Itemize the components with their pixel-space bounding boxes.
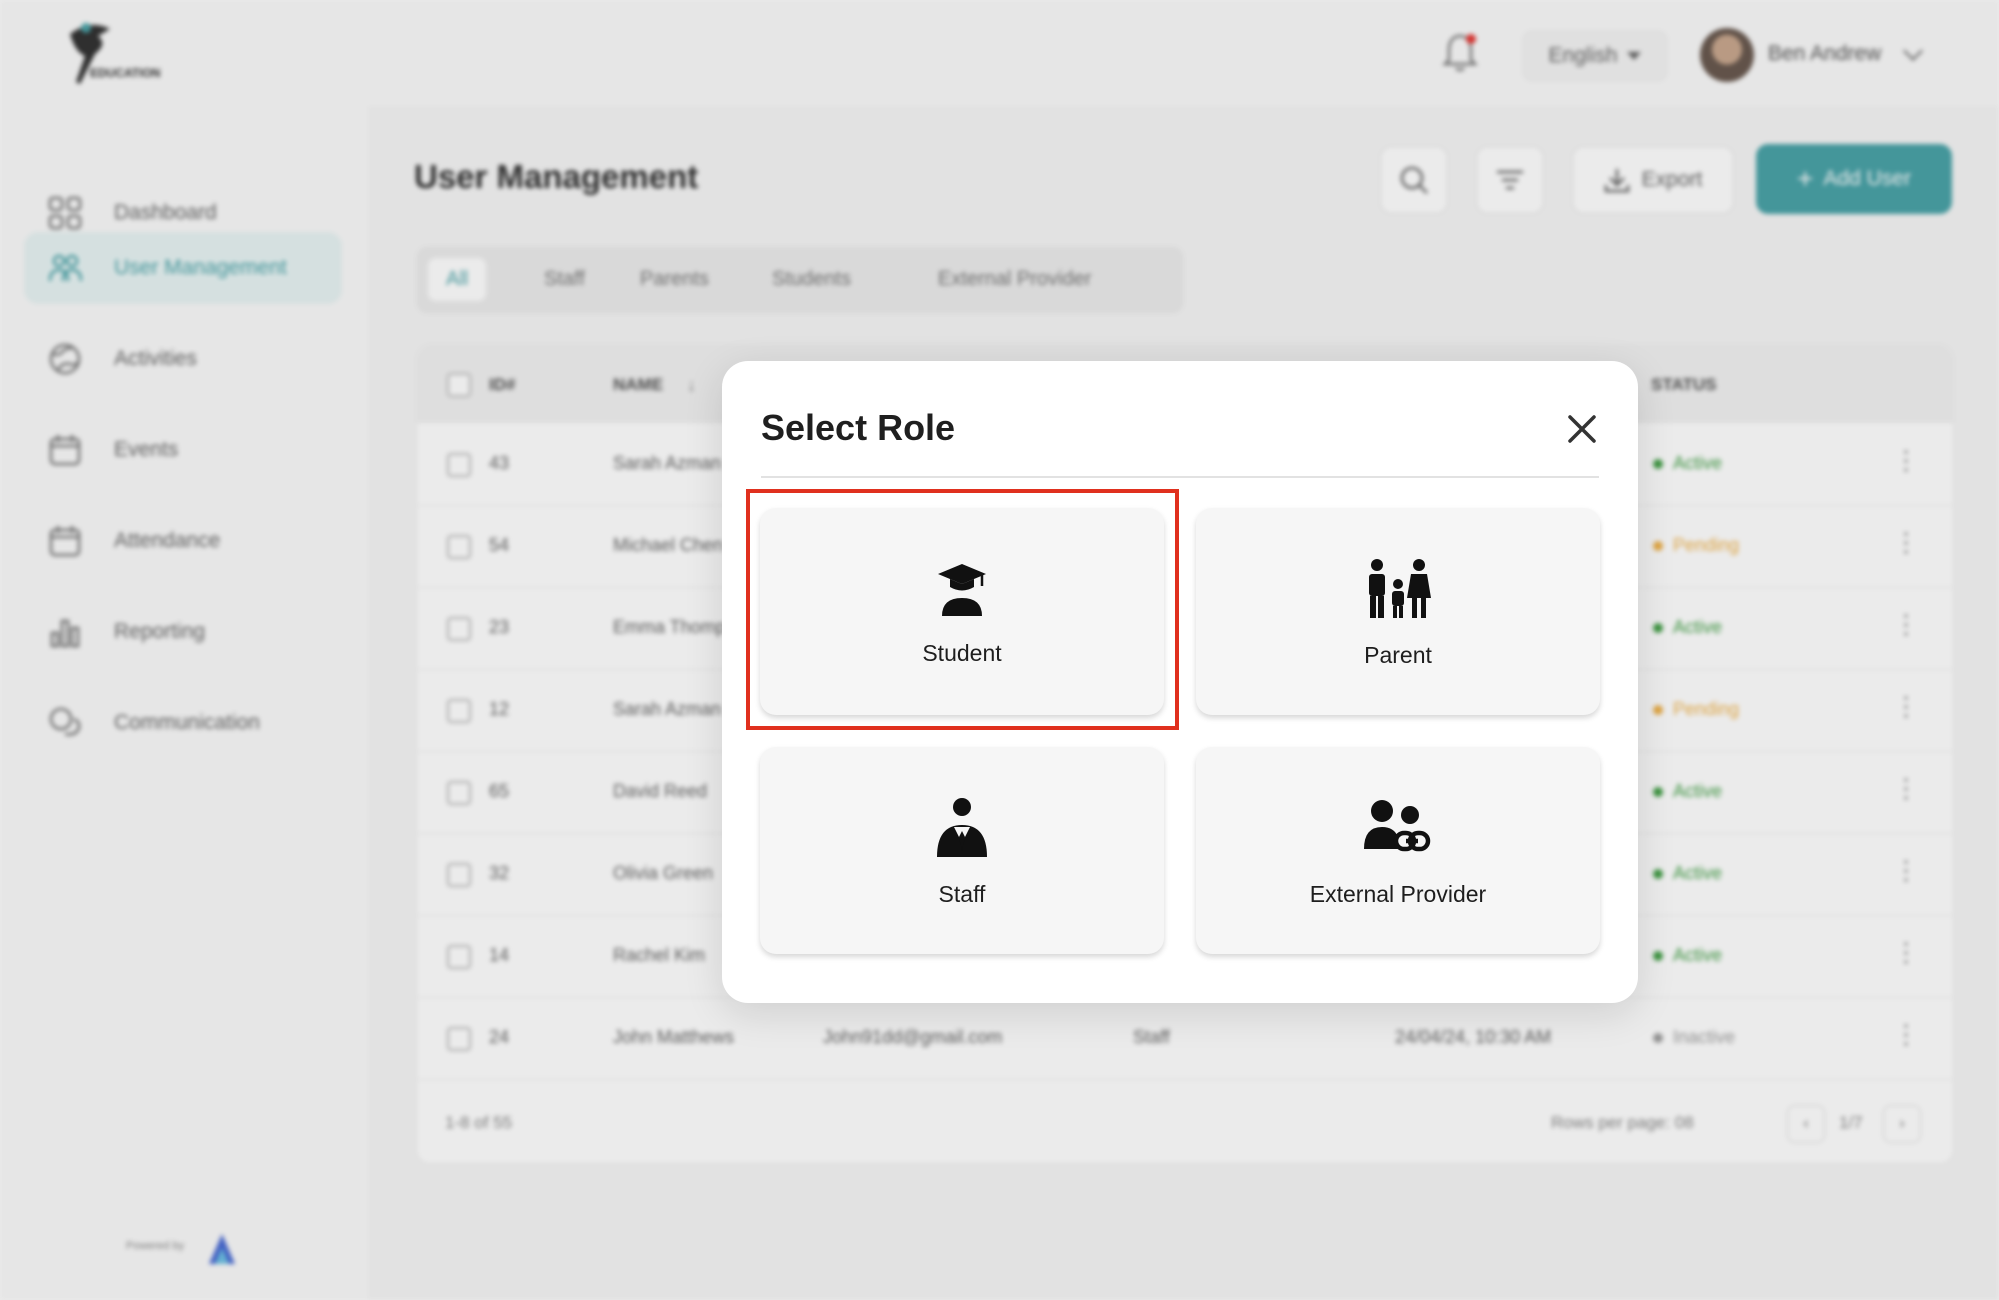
graduate-icon xyxy=(938,564,986,616)
role-card-external-provider[interactable]: External Provider xyxy=(1196,747,1600,954)
staff-icon xyxy=(937,798,987,857)
role-label: Student xyxy=(922,640,1002,666)
role-label: Staff xyxy=(938,881,986,907)
role-card-student[interactable]: Student xyxy=(760,508,1164,715)
app-frame: EDUCATION English Ben Andrew Dashboard U… xyxy=(0,0,1999,1300)
family-icon xyxy=(1369,559,1431,618)
role-card-parent[interactable]: Parent xyxy=(1196,508,1600,715)
role-label: Parent xyxy=(1364,642,1432,668)
modal-title: Select Role xyxy=(761,407,956,448)
modal-divider xyxy=(761,476,1599,478)
close-icon[interactable] xyxy=(1560,407,1604,451)
role-card-staff[interactable]: Staff xyxy=(760,747,1164,954)
select-role-modal: Select Role Student Parent Staff Externa… xyxy=(722,361,1638,1003)
provider-link-icon xyxy=(1364,800,1431,852)
role-label: External Provider xyxy=(1309,881,1487,907)
